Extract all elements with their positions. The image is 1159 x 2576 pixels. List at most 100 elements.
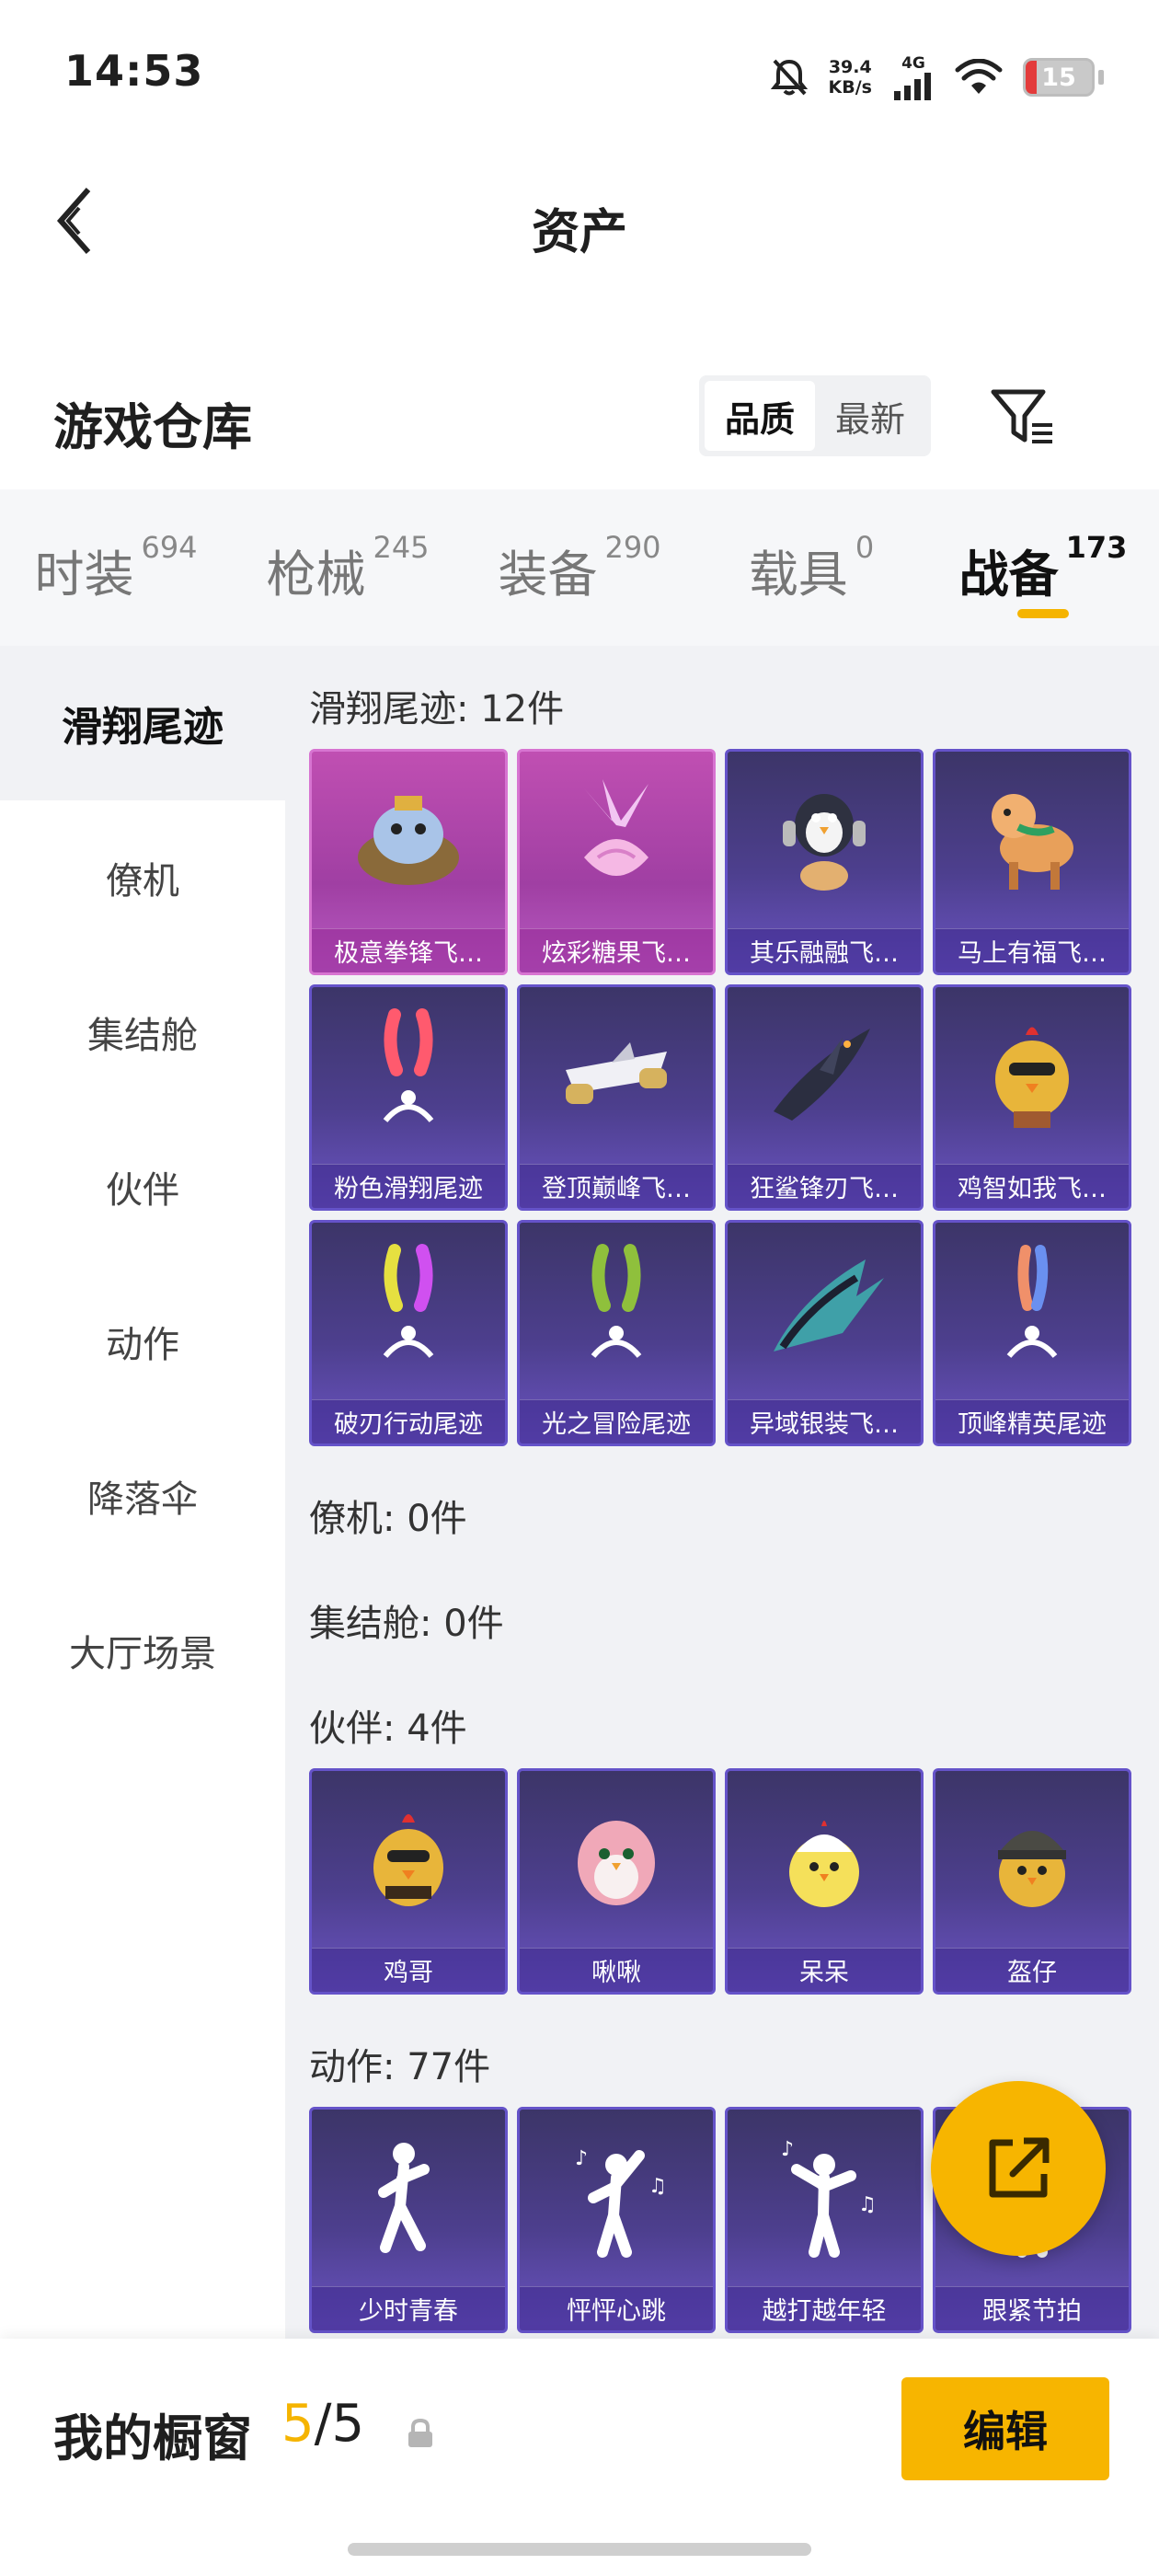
item-name: 啾啾 [520, 1948, 713, 1992]
side-item-lobby-scene[interactable]: 大厅场景 [0, 1573, 285, 1728]
cellular-signal: 4G [892, 54, 935, 100]
svg-text:♫: ♫ [858, 2193, 877, 2216]
item-card[interactable]: 鸡智如我飞… [933, 984, 1131, 1211]
jet-glider-icon [520, 987, 713, 1162]
item-name: 粉色滑翔尾迹 [312, 1164, 505, 1208]
signal-icon [894, 73, 931, 100]
chicken-glider-icon [935, 987, 1129, 1162]
helmet-companion-icon [935, 1771, 1129, 1946]
tab-vehicles[interactable]: 载具 0 [695, 489, 927, 646]
item-name: 盔仔 [935, 1948, 1129, 1992]
dance-figure-icon: ♪ ♫ [728, 2110, 921, 2284]
item-card[interactable]: ♪ ♫ 怦怦心跳 [517, 2107, 716, 2333]
bird-companion-icon [520, 1771, 713, 1946]
item-name: 破刃行动尾迹 [312, 1399, 505, 1443]
item-card[interactable]: 极意拳锋飞… [309, 749, 508, 975]
sort-latest-option[interactable]: 最新 [815, 381, 925, 451]
tab-equipment[interactable]: 装备 290 [464, 489, 695, 646]
tab-firearms[interactable]: 枪械 245 [232, 489, 464, 646]
item-card[interactable]: 异域银装飞… [725, 1220, 924, 1446]
warehouse-header: 游戏仓库 品质 最新 [0, 359, 1159, 478]
item-card[interactable]: 少时青春 [309, 2107, 508, 2333]
item-card[interactable]: 粉色滑翔尾迹 [309, 984, 508, 1211]
section-title-companion: 伙伴: 4件 [309, 1708, 467, 1750]
filter-icon [991, 389, 1052, 443]
warehouse-title: 游戏仓库 [53, 398, 252, 456]
external-link-icon [989, 2137, 1050, 2198]
side-item-emote[interactable]: 动作 [0, 1264, 285, 1419]
sort-toggle: 品质 最新 [699, 375, 931, 456]
tab-fashion[interactable]: 时装 694 [0, 489, 232, 646]
item-name: 鸡智如我飞… [935, 1164, 1129, 1208]
rainbow-smoke-trail-icon [312, 1223, 505, 1397]
filter-button[interactable] [986, 379, 1060, 453]
elite-smoke-trail-icon [935, 1223, 1129, 1397]
dance-figure-icon [312, 2110, 505, 2284]
status-time: 14:53 [64, 46, 204, 96]
section-title-assembly-pod: 集结舱: 0件 [309, 1603, 504, 1645]
top-bar: 资产 [0, 156, 1159, 285]
item-name: 鸡哥 [312, 1948, 505, 1992]
item-card[interactable]: 盔仔 [933, 1768, 1131, 1995]
item-card[interactable]: 顶峰精英尾迹 [933, 1220, 1131, 1446]
shark-glider-icon [728, 987, 921, 1162]
pink-smoke-trail-icon [312, 987, 505, 1162]
item-card[interactable]: 呆呆 [725, 1768, 924, 1995]
item-card[interactable]: 狂鲨锋刃飞… [725, 984, 924, 1211]
side-item-wingman[interactable]: 僚机 [0, 800, 285, 955]
tab-readiness[interactable]: 战备 173 [927, 489, 1159, 646]
home-indicator[interactable] [348, 2543, 811, 2556]
glide-trail-grid: 极意拳锋飞… 炫彩糖果飞… 其乐融融飞… 马上有福飞… 粉色滑翔尾迹 登顶巅峰飞… [309, 749, 1159, 1446]
item-name: 登顶巅峰飞… [520, 1164, 713, 1208]
net-speed: 39.4 KB/s [828, 57, 872, 98]
item-name: 光之冒险尾迹 [520, 1399, 713, 1443]
item-name: 跟紧节拍 [935, 2286, 1129, 2330]
item-card[interactable]: 其乐融融飞… [725, 749, 924, 975]
showcase-count: 5/5 [281, 2394, 365, 2454]
chick-companion-icon [728, 1771, 921, 1946]
item-name: 异域银装飞… [728, 1399, 921, 1443]
item-card[interactable]: 炫彩糖果飞… [517, 749, 716, 975]
edit-button[interactable]: 编辑 [901, 2377, 1109, 2480]
side-item-assembly-pod[interactable]: 集结舱 [0, 955, 285, 1110]
item-card[interactable]: 破刃行动尾迹 [309, 1220, 508, 1446]
item-name: 呆呆 [728, 1948, 921, 1992]
showcase-label: 我的橱窗 [53, 2409, 252, 2467]
horse-glider-icon [935, 752, 1129, 926]
item-card[interactable]: ♪ ♫ 越打越年轻 [725, 2107, 924, 2333]
status-bar: 14:53 39.4 KB/s 4G 15 [0, 0, 1159, 156]
candy-glider-icon [520, 752, 713, 926]
item-name: 极意拳锋飞… [312, 928, 505, 972]
dance-figure-icon: ♪ ♫ [520, 2110, 713, 2284]
lock-icon [408, 2418, 432, 2447]
item-name: 怦怦心跳 [520, 2286, 713, 2330]
silver-glider-icon [728, 1223, 921, 1397]
sort-quality-option[interactable]: 品质 [705, 381, 815, 451]
share-fab[interactable] [931, 2081, 1106, 2256]
category-tabs: 时装 694 枪械 245 装备 290 载具 0 战备 173 [0, 489, 1159, 646]
item-name: 少时青春 [312, 2286, 505, 2330]
item-name: 炫彩糖果飞… [520, 928, 713, 972]
section-title-glide-trail: 滑翔尾迹: 12件 [309, 688, 565, 730]
battery-nub [1098, 70, 1104, 85]
item-name: 顶峰精英尾迹 [935, 1399, 1129, 1443]
svg-text:♫: ♫ [648, 2175, 667, 2198]
item-card[interactable]: 啾啾 [517, 1768, 716, 1995]
section-title-wingman: 僚机: 0件 [309, 1498, 467, 1540]
chicken-companion-icon [312, 1771, 505, 1946]
item-name: 越打越年轻 [728, 2286, 921, 2330]
bottom-bar: 我的橱窗 5/5 编辑 [0, 2339, 1159, 2576]
item-card[interactable]: 登顶巅峰飞… [517, 984, 716, 1211]
status-icons: 39.4 KB/s 4G 15 [770, 52, 1104, 103]
svg-text:♪: ♪ [575, 2147, 588, 2170]
side-item-glide-trail[interactable]: 滑翔尾迹 [0, 646, 285, 800]
item-card[interactable]: 马上有福飞… [933, 749, 1131, 975]
item-name: 马上有福飞… [935, 928, 1129, 972]
item-card[interactable]: 鸡哥 [309, 1768, 508, 1995]
side-nav: 滑翔尾迹 僚机 集结舱 伙伴 动作 降落伞 大厅场景 [0, 646, 285, 2339]
bell-muted-icon [770, 59, 808, 96]
penguin-glider-icon [728, 752, 921, 926]
side-item-companion[interactable]: 伙伴 [0, 1110, 285, 1264]
item-card[interactable]: 光之冒险尾迹 [517, 1220, 716, 1446]
side-item-parachute[interactable]: 降落伞 [0, 1419, 285, 1573]
